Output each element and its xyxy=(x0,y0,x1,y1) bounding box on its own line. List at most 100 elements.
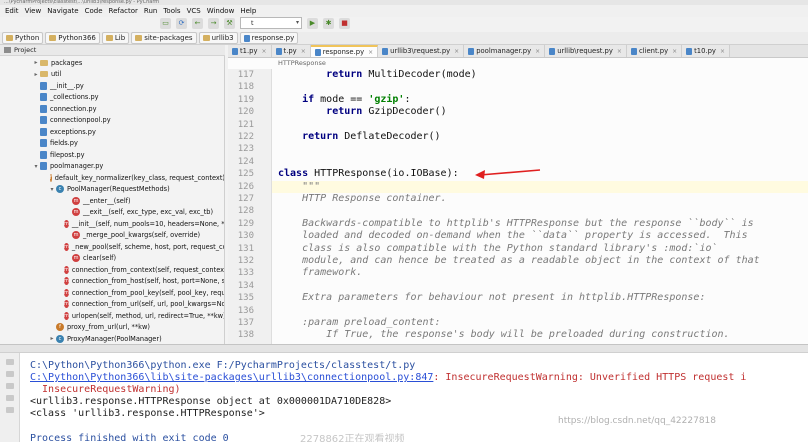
method-icon: m xyxy=(64,277,69,286)
print-icon[interactable] xyxy=(5,395,14,401)
method-icon: m xyxy=(64,242,69,251)
open-icon[interactable]: ▭ xyxy=(160,17,171,29)
tree-item[interactable]: m connection_from_url(self, url, pool_kwa… xyxy=(0,299,225,311)
tree-item[interactable]: m connection_from_pool_key(self, pool_key… xyxy=(0,287,224,299)
python-file-icon xyxy=(549,47,556,55)
tab-client-py[interactable]: client.py × xyxy=(626,45,683,57)
python-file-icon xyxy=(468,47,475,55)
tree-item[interactable]: connection.py xyxy=(0,103,224,115)
code-editor[interactable]: HTTPResponse 117 return MultiDecoder(mod… xyxy=(228,58,808,344)
stop-icon[interactable]: ■ xyxy=(339,17,350,29)
tree-item-label: exceptions.py xyxy=(50,127,96,136)
close-icon[interactable]: × xyxy=(617,48,622,55)
breadcrumb-item[interactable]: response.py xyxy=(239,32,299,44)
tree-item-label: PoolManager(RequestMethods) xyxy=(67,185,170,194)
tab-t1-py[interactable]: t1.py × xyxy=(228,45,272,57)
tree-item[interactable]: ▾ poolmanager.py xyxy=(0,161,224,173)
close-icon[interactable]: × xyxy=(535,48,540,55)
tree-item-label: poolmanager.py xyxy=(50,162,104,171)
function-icon: f xyxy=(56,323,64,332)
rerun-icon[interactable] xyxy=(5,359,14,365)
tab-t-py[interactable]: t.py × xyxy=(271,45,311,57)
tree-item-label: connection_from_context(self, request_co… xyxy=(71,265,225,274)
tree-item-label: _new_pool(self, scheme, host, port, requ… xyxy=(71,242,225,251)
project-panel-header[interactable]: Project xyxy=(0,45,225,56)
expanded-arrow-icon[interactable]: ▾ xyxy=(48,186,56,193)
run-icon[interactable]: ▶ xyxy=(307,17,318,29)
back-icon[interactable]: ← xyxy=(192,17,203,29)
class-icon: c xyxy=(56,185,64,194)
menu-item-refactor[interactable]: Refactor xyxy=(106,7,141,15)
tree-item[interactable]: exceptions.py xyxy=(0,126,224,138)
tree-item[interactable]: m connection_from_context(self, request_c… xyxy=(0,264,225,276)
tree-item[interactable]: filepost.py xyxy=(0,149,224,161)
breadcrumb-item[interactable]: site-packages xyxy=(131,32,197,44)
tree-item[interactable]: ▾ c PoolManager(RequestMethods) xyxy=(0,184,224,196)
tree-item[interactable]: m __exit__(self, exc_type, exc_val, exc_t… xyxy=(0,207,224,219)
close-icon[interactable]: × xyxy=(262,48,267,55)
menu-item-edit[interactable]: Edit xyxy=(2,7,22,15)
console-line: <urllib3.response.HTTPResponse object at… xyxy=(30,396,392,408)
tab-urllib-request-py[interactable]: urllib\request.py × xyxy=(545,45,627,57)
tab-response-py[interactable]: response.py × xyxy=(310,45,379,57)
expanded-arrow-icon[interactable]: ▾ xyxy=(32,163,40,170)
close-icon[interactable]: × xyxy=(301,48,306,55)
tab-t10-py[interactable]: t10.py × xyxy=(682,45,730,57)
tree-item[interactable]: m _merge_pool_kwargs(self, override) xyxy=(0,230,224,242)
menu-item-code[interactable]: Code xyxy=(82,7,106,15)
menu-item-run[interactable]: Run xyxy=(141,7,160,15)
tree-item[interactable]: f proxy_from_url(url, **kw) xyxy=(0,322,224,334)
sync-icon[interactable]: ⟳ xyxy=(176,17,187,29)
toolbar: ▭ ⟳ ← → ⚒ t ▶ ✱ ■ xyxy=(160,14,350,32)
tree-item[interactable]: fields.py xyxy=(0,138,224,150)
tree-item[interactable]: m clear(self) xyxy=(0,253,224,265)
tab-poolmanager-py[interactable]: poolmanager.py × xyxy=(464,45,546,57)
breadcrumb-item[interactable]: urllib3 xyxy=(198,32,238,44)
forward-icon[interactable]: → xyxy=(208,17,219,29)
tree-item-label: __exit__(self, exc_type, exc_val, exc_tb… xyxy=(83,208,214,217)
collapsed-arrow-icon[interactable]: ▸ xyxy=(48,335,56,342)
tree-item-label: proxy_from_url(url, **kw) xyxy=(67,323,150,332)
breadcrumb-item[interactable]: Python366 xyxy=(45,32,100,44)
tree-item-label: connection_from_host(self, host, port=No… xyxy=(71,277,225,286)
menu-item-view[interactable]: View xyxy=(22,7,45,15)
tree-item[interactable]: m __enter__(self) xyxy=(0,195,224,207)
build-icon[interactable]: ⚒ xyxy=(224,17,235,29)
tree-item[interactable]: ▸ util xyxy=(0,69,224,81)
collapsed-arrow-icon[interactable]: ▸ xyxy=(32,59,40,66)
close-icon[interactable]: × xyxy=(368,49,373,56)
debug-icon[interactable]: ✱ xyxy=(323,17,334,29)
collapsed-arrow-icon[interactable]: ▸ xyxy=(32,71,40,78)
clear-icon[interactable] xyxy=(5,407,14,413)
tree-item[interactable]: m __init__(self, num_pools=10, headers=No… xyxy=(0,218,224,230)
viewer-overlay: 2278862正在观看视频 xyxy=(300,434,405,442)
stop-console-icon[interactable] xyxy=(5,371,14,377)
tree-item[interactable]: _collections.py xyxy=(0,92,224,104)
breadcrumb-item[interactable]: Python xyxy=(2,32,44,44)
tab-urllib3-request-py[interactable]: urllib3\request.py × xyxy=(378,45,465,57)
tree-item[interactable]: connectionpool.py xyxy=(0,115,224,127)
menu-item-navigate[interactable]: Navigate xyxy=(44,7,81,15)
function-icon: f xyxy=(49,173,52,182)
tab-label: urllib\request.py xyxy=(557,47,613,55)
tab-label: response.py xyxy=(322,48,365,56)
tree-item-label: connection_from_url(self, url, pool_kwar… xyxy=(71,300,225,309)
scroll-icon[interactable] xyxy=(5,383,14,389)
tree-item[interactable]: m connection_from_host(self, host, port=N… xyxy=(0,276,225,288)
tree-item[interactable]: f default_key_normalizer(key_class, reque… xyxy=(0,172,224,184)
close-icon[interactable]: × xyxy=(720,48,725,55)
tree-item[interactable]: ▸ packages xyxy=(0,57,224,69)
close-icon[interactable]: × xyxy=(454,48,459,55)
tree-item[interactable]: m urlopen(self, method, url, redirect=Tru… xyxy=(0,310,224,322)
python-file-icon xyxy=(40,139,47,148)
breadcrumb-item[interactable]: Lib xyxy=(101,32,130,44)
tree-item[interactable]: __init__.py xyxy=(0,80,224,92)
tree-item-label: packages xyxy=(51,58,83,67)
run-console[interactable]: C:\Python\Python366\python.exe F:/Pychar… xyxy=(0,353,808,442)
arrow-line xyxy=(479,169,541,176)
run-config-select[interactable]: t xyxy=(240,17,302,29)
tree-item[interactable]: m _new_pool(self, scheme, host, port, req… xyxy=(0,241,225,253)
close-icon[interactable]: × xyxy=(672,48,677,55)
method-icon: m xyxy=(72,254,80,263)
tree-item[interactable]: ▸ c ProxyManager(PoolManager) xyxy=(0,333,224,344)
